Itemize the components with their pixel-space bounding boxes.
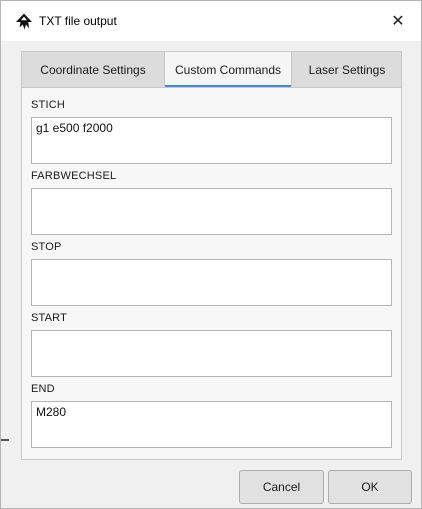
tab-bar: Coordinate Settings Custom Commands Lase… xyxy=(21,51,402,88)
tab-label: Coordinate Settings xyxy=(40,62,146,77)
ok-button[interactable]: OK xyxy=(328,470,412,504)
dialog-window: TXT file output ✕ Coordinate Settings Cu… xyxy=(0,0,422,509)
stop-label: STOP xyxy=(31,241,62,253)
tab-laser-settings[interactable]: Laser Settings xyxy=(292,52,402,87)
stich-label: STICH xyxy=(31,99,65,111)
end-textarea[interactable]: M280 xyxy=(31,401,392,448)
stop-textarea[interactable] xyxy=(31,259,392,306)
end-label: END xyxy=(31,383,55,395)
close-icon: ✕ xyxy=(391,13,405,30)
inkscape-logo-icon xyxy=(16,13,32,30)
window-title: TXT file output xyxy=(39,14,117,28)
close-button[interactable]: ✕ xyxy=(375,1,421,41)
background-edge-line xyxy=(1,439,9,441)
start-textarea[interactable] xyxy=(31,330,392,377)
cancel-button[interactable]: Cancel xyxy=(239,470,324,504)
tab-coordinate-settings[interactable]: Coordinate Settings xyxy=(22,52,164,87)
farbwechsel-textarea[interactable] xyxy=(31,188,392,235)
ok-button-label: OK xyxy=(361,480,379,494)
cancel-button-label: Cancel xyxy=(262,480,301,494)
farbwechsel-label: FARBWECHSEL xyxy=(31,170,117,182)
tab-custom-commands[interactable]: Custom Commands xyxy=(164,52,292,88)
title-bar: TXT file output ✕ xyxy=(1,1,421,41)
start-label: START xyxy=(31,312,68,324)
tab-label: Custom Commands xyxy=(174,62,282,77)
tab-label: Laser Settings xyxy=(308,62,386,77)
stich-textarea[interactable]: g1 e500 f2000 xyxy=(31,117,392,164)
